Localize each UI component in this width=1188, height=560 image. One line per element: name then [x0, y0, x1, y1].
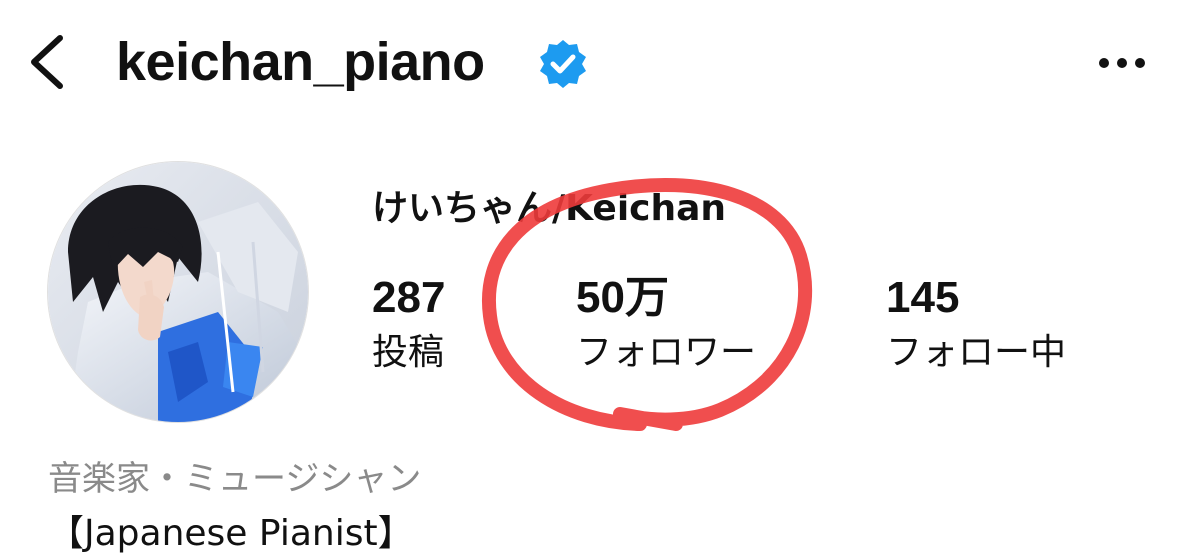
profile-avatar[interactable]	[48, 162, 308, 422]
profile-category: 音楽家・ミュージシャン	[48, 459, 422, 499]
chevron-left-icon	[31, 35, 63, 89]
more-options-button[interactable]	[1090, 46, 1154, 80]
following-stat[interactable]: 145 フォロー中	[886, 272, 1066, 376]
posts-count: 287	[372, 273, 446, 322]
back-button[interactable]	[20, 30, 76, 94]
posts-stat[interactable]: 287 投稿	[372, 272, 445, 376]
following-count: 145	[886, 273, 960, 322]
followers-count: 50万	[576, 273, 669, 322]
posts-label: 投稿	[372, 332, 445, 373]
followers-label: フォロワー	[576, 332, 757, 373]
following-label: フォロー中	[886, 332, 1067, 373]
profile-page: keichan_piano けいちゃん/Keichan 287 投稿 50万 フ…	[0, 0, 1188, 560]
profile-username: keichan_piano	[116, 32, 485, 92]
bio-text: 【Japanese Pianist】	[48, 513, 414, 554]
verified-badge-icon	[537, 38, 589, 90]
display-name: けいちゃん/Keichan	[372, 188, 727, 229]
followers-stat[interactable]: 50万 フォロワー	[576, 272, 756, 376]
more-horizontal-icon	[1099, 58, 1145, 68]
